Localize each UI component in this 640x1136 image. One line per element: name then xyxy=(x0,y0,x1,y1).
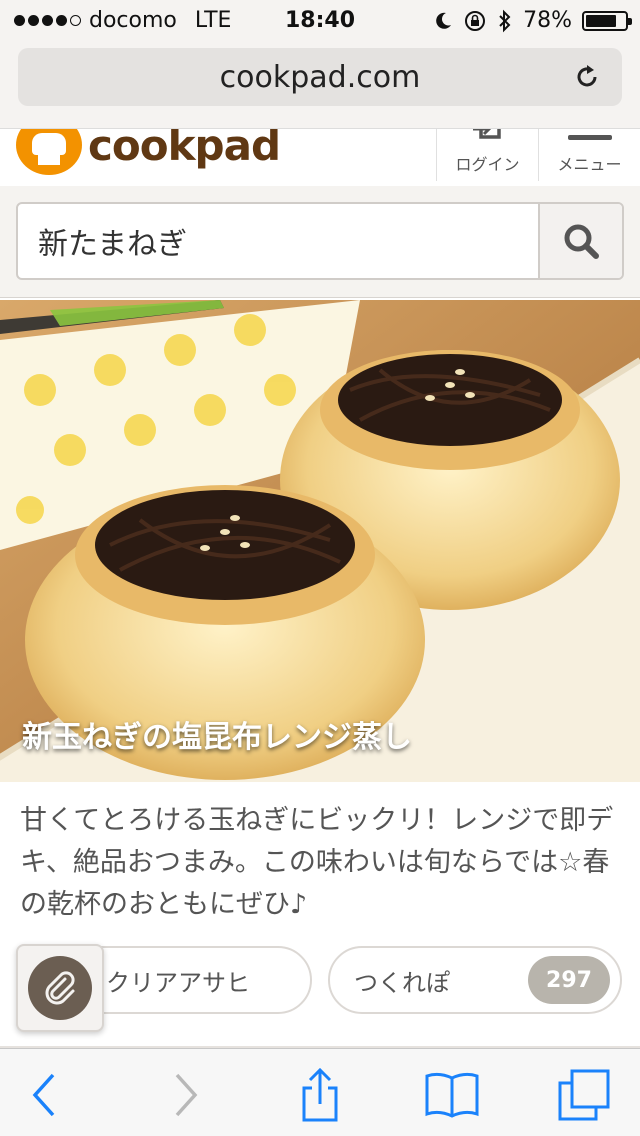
browser-address-area: cookpad.com xyxy=(0,40,640,128)
address-bar[interactable]: cookpad.com xyxy=(18,48,622,106)
author-label: クリアアサヒ xyxy=(106,968,250,997)
browser-toolbar xyxy=(0,1048,640,1136)
reload-icon[interactable] xyxy=(572,62,602,92)
back-button[interactable] xyxy=(16,1067,72,1123)
login-icon xyxy=(473,129,501,139)
search-icon xyxy=(564,224,599,259)
bookmarks-icon xyxy=(425,1072,479,1118)
bluetooth-icon xyxy=(499,9,511,32)
login-label: ログイン xyxy=(455,155,520,174)
site-header: cookpad ログイン メニュー xyxy=(0,128,640,186)
back-icon xyxy=(32,1073,55,1117)
recipe-photo xyxy=(0,300,640,782)
status-right: 78% xyxy=(433,8,632,33)
search-box xyxy=(16,202,624,280)
logo-text: cookpad xyxy=(88,128,281,170)
search-input[interactable] xyxy=(18,204,540,278)
share-button[interactable] xyxy=(292,1067,348,1123)
search-area xyxy=(0,186,640,298)
battery-fill xyxy=(586,14,616,27)
recipe-hero-image[interactable]: 新玉ねぎの塩昆布レンジ蒸し xyxy=(0,300,640,782)
menu-icon xyxy=(568,135,612,140)
forward-icon xyxy=(175,1073,198,1117)
share-icon xyxy=(302,1068,338,1122)
menu-button[interactable]: メニュー xyxy=(538,129,640,181)
tabs-icon xyxy=(558,1069,610,1121)
recipe-title[interactable]: 新玉ねぎの塩昆布レンジ蒸し xyxy=(22,712,412,756)
clip-badge xyxy=(28,956,92,1020)
tabs-button[interactable] xyxy=(556,1067,612,1123)
recipe-description: 甘くてとろける玉ねぎにビックリ！レンジで即デキ、絶品おつまみ。この味わいは旬なら… xyxy=(20,805,614,920)
tsukurepo-count-badge: 297 xyxy=(528,956,610,1004)
battery-icon xyxy=(582,10,632,31)
cookpad-logo[interactable]: cookpad xyxy=(16,128,281,175)
tsukurepo-button[interactable]: つくれぽ 297 xyxy=(328,946,622,1014)
menu-label: メニュー xyxy=(557,155,622,174)
clip-icon xyxy=(45,971,75,1005)
bookmarks-button[interactable] xyxy=(424,1067,480,1123)
tsukurepo-label: つくれぽ xyxy=(354,968,450,997)
battery-percent: 78% xyxy=(523,8,572,33)
address-url: cookpad.com xyxy=(219,59,421,95)
moon-icon xyxy=(436,12,452,29)
login-button[interactable]: ログイン xyxy=(436,129,538,181)
search-button[interactable] xyxy=(538,204,622,278)
clip-button[interactable] xyxy=(16,944,104,1032)
chef-hat-icon xyxy=(16,129,82,175)
rotation-lock-icon xyxy=(465,10,486,31)
status-bar: docomo LTE 18:40 78% xyxy=(0,0,640,40)
forward-button[interactable] xyxy=(158,1067,214,1123)
